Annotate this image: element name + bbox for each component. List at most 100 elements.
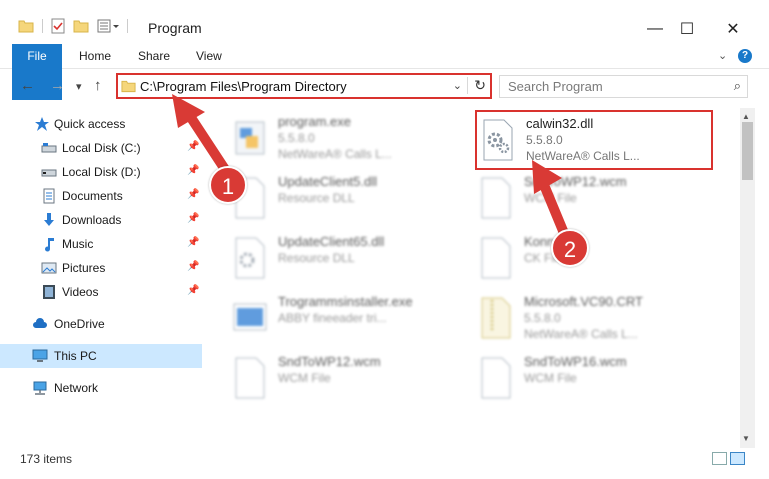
- sidebar-item-label: Local Disk (D:): [62, 165, 141, 179]
- toolbar-divider: [127, 19, 128, 33]
- drive-icon: [41, 169, 57, 177]
- step-badge-1: 1: [209, 166, 247, 204]
- blank-file-icon: [481, 357, 511, 399]
- file-type: WCM File: [278, 371, 331, 385]
- new-folder-icon[interactable]: [73, 19, 89, 33]
- computer-icon: [32, 349, 48, 362]
- up-button[interactable]: ↑: [94, 77, 102, 94]
- toolbar-divider: [42, 19, 43, 33]
- scroll-down-icon[interactable]: ▼: [742, 434, 750, 443]
- sidebar-item-network[interactable]: Network: [0, 376, 202, 400]
- videos-icon: [43, 285, 55, 299]
- gears-file-icon: [235, 237, 265, 279]
- sidebar-item-music[interactable]: Music 📌: [0, 232, 202, 256]
- sidebar-item-documents[interactable]: Documents 📌: [0, 184, 202, 208]
- file-name: UpdateClient65.dll: [278, 234, 385, 249]
- sidebar-item-this-pc[interactable]: This PC: [0, 344, 202, 368]
- file-name: UpdateClient5.dll: [278, 174, 378, 189]
- documents-icon: [43, 188, 55, 204]
- maximize-button[interactable]: ☐: [664, 14, 710, 44]
- scrollbar-thumb[interactable]: [742, 122, 753, 180]
- exe-icon: [235, 121, 265, 155]
- tab-home[interactable]: Home: [79, 44, 111, 69]
- large-icons-view-icon[interactable]: [730, 452, 745, 465]
- sidebar-item-downloads[interactable]: Downloads 📌: [0, 208, 202, 232]
- file-type: Resource DLL: [278, 191, 355, 205]
- file-type: ABBY fineeader tri...: [278, 311, 387, 325]
- file-name: Microsoft.VC90.CRT: [524, 294, 643, 309]
- file-item-installer-exe[interactable]: Trogrammsinstaller.exe ABBY fineeader tr…: [232, 292, 472, 348]
- sidebar-item-videos[interactable]: Videos 📌: [0, 280, 202, 304]
- back-button[interactable]: ←: [20, 77, 35, 94]
- pin-icon[interactable]: 📌: [187, 165, 199, 176]
- search-input[interactable]: [508, 79, 718, 94]
- details-view-icon[interactable]: [712, 452, 727, 465]
- tab-view[interactable]: View: [196, 44, 222, 69]
- file-description: NetWareA® Calls L...: [524, 327, 638, 341]
- address-bar[interactable]: C:\Program Files\Program Directory ⌄ ↻: [116, 73, 492, 99]
- pin-icon[interactable]: 📌: [187, 189, 199, 200]
- file-name: SndToWP12.wcm: [278, 354, 381, 369]
- network-icon: [33, 381, 47, 395]
- drive-icon: [41, 143, 57, 153]
- sidebar-item-label: Quick access: [54, 117, 126, 131]
- customize-toolbar-icon[interactable]: [97, 19, 119, 33]
- pin-icon[interactable]: 📌: [187, 237, 199, 248]
- pin-icon[interactable]: 📌: [187, 261, 199, 272]
- navigation-pane: Quick access Local Disk (C:) 📌 Local Dis…: [0, 108, 205, 446]
- file-type: WCM File: [524, 191, 577, 205]
- sidebar-item-label: Documents: [62, 189, 123, 203]
- sidebar-item-label: Music: [62, 237, 94, 251]
- file-item-sndtowp12-wcm-2[interactable]: SndToWP12.wcm WCM File: [232, 352, 472, 408]
- pictures-icon: [41, 262, 57, 274]
- scroll-up-icon[interactable]: ▲: [742, 112, 750, 121]
- folder-icon[interactable]: [18, 19, 34, 33]
- sidebar-item-local-disk-d[interactable]: Local Disk (D:) 📌: [0, 160, 202, 184]
- refresh-button[interactable]: ↻: [467, 77, 486, 94]
- vertical-scrollbar[interactable]: ▲ ▼: [740, 108, 755, 448]
- sidebar-item-label: Downloads: [62, 213, 122, 227]
- search-icon[interactable]: ⌕: [734, 78, 741, 94]
- file-item-konn[interactable]: Konn... CK File: [478, 232, 718, 288]
- address-dropdown-icon[interactable]: ⌄: [453, 79, 462, 92]
- view-toggle: [712, 452, 745, 465]
- forward-button[interactable]: →: [50, 77, 65, 94]
- sidebar-item-pictures[interactable]: Pictures 📌: [0, 256, 202, 280]
- zip-file-icon: [481, 297, 511, 339]
- sidebar-item-label: Local Disk (C:): [62, 141, 141, 155]
- file-item-updateclient5-dll[interactable]: UpdateClient5.dll Resource DLL: [232, 172, 472, 228]
- expand-ribbon-icon[interactable]: ⌄: [718, 44, 727, 69]
- file-name: SndToWP12.wcm: [524, 174, 627, 189]
- blank-file-icon: [481, 237, 511, 279]
- folder-icon: [121, 80, 136, 93]
- close-button[interactable]: ✕: [710, 14, 756, 44]
- pin-icon[interactable]: 📌: [187, 285, 199, 296]
- help-icon[interactable]: ?: [738, 49, 752, 63]
- file-item-program-exe[interactable]: program.exe 5.5.8.0 NetWareA® Calls L...: [232, 112, 472, 168]
- sidebar-item-quick-access[interactable]: Quick access: [0, 112, 202, 136]
- pin-icon[interactable]: 📌: [187, 141, 199, 152]
- blank-file-icon: [235, 357, 265, 399]
- search-box[interactable]: ⌕: [499, 75, 748, 98]
- file-name: program.exe: [278, 114, 351, 129]
- file-item-sndtowp16-wcm[interactable]: SndToWP16.wcm WCM File: [478, 352, 718, 408]
- sidebar-item-local-disk-c[interactable]: Local Disk (C:) 📌: [0, 136, 202, 160]
- tab-share[interactable]: Share: [138, 44, 170, 69]
- star-icon: [35, 117, 49, 131]
- file-item-updateclient65-dll[interactable]: UpdateClient65.dll Resource DLL: [232, 232, 472, 288]
- file-item-sndtowp12-wcm[interactable]: SndToWP12.wcm WCM File: [478, 172, 718, 228]
- music-icon: [45, 238, 54, 252]
- sidebar-item-label: Videos: [62, 285, 99, 299]
- quick-access-toolbar: [18, 18, 128, 34]
- title-bar: Program — ☐ ✕: [0, 0, 769, 44]
- installer-icon: [233, 303, 267, 331]
- properties-icon[interactable]: [51, 18, 65, 34]
- pin-icon[interactable]: 📌: [187, 213, 199, 224]
- cloud-icon: [33, 318, 47, 328]
- file-name: SndToWP16.wcm: [524, 354, 627, 369]
- sidebar-item-onedrive[interactable]: OneDrive: [0, 312, 202, 336]
- file-type: Resource DLL: [278, 251, 355, 265]
- recent-locations-button[interactable]: ▾: [76, 80, 82, 93]
- step-badge-2: 2: [551, 229, 589, 267]
- file-item-microsoft-vc90-crt[interactable]: Microsoft.VC90.CRT 5.5.8.0 NetWareA® Cal…: [478, 292, 718, 348]
